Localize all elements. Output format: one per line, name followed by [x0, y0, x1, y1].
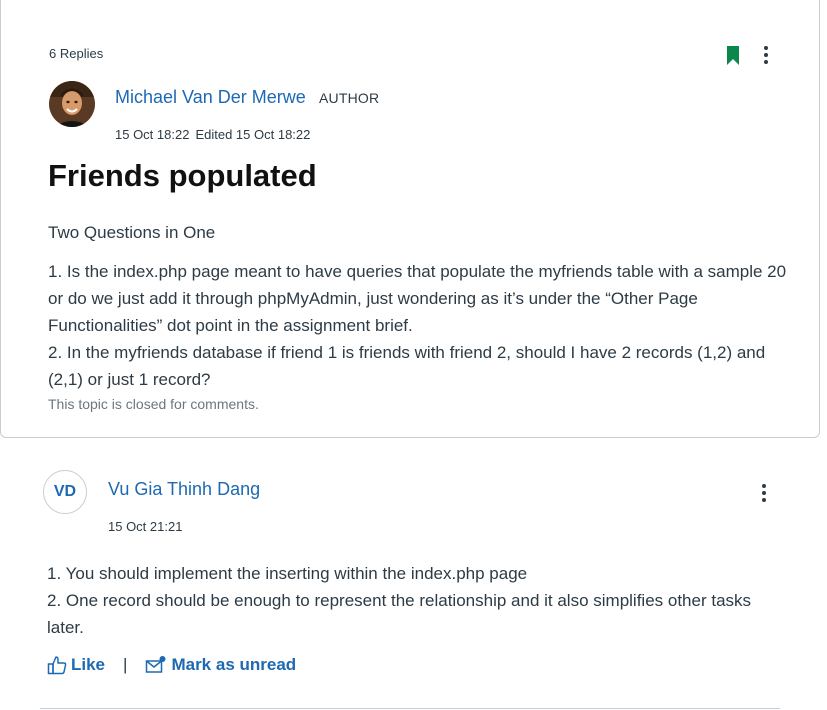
- author-role-badge: AUTHOR: [319, 90, 380, 106]
- bookmark-icon[interactable]: [726, 46, 740, 65]
- action-separator: |: [123, 655, 128, 674]
- mark-unread-label: Mark as unread: [171, 655, 297, 674]
- reply-avatar[interactable]: VD: [43, 470, 87, 514]
- reply-author-link[interactable]: Vu Gia Thinh Dang: [108, 479, 260, 500]
- page-title: Friends populated: [48, 158, 317, 193]
- reply-date: 15 Oct 21:21: [108, 519, 183, 534]
- reply-actions: Like | Mark as unread: [47, 655, 296, 675]
- reply-line-2: 2. One record should be enough to repres…: [47, 591, 752, 637]
- replies-count: 6 Replies: [49, 46, 104, 61]
- author-name-link[interactable]: Michael Van Der Merwe: [115, 87, 306, 108]
- topic-subtitle: Two Questions in One: [48, 223, 216, 242]
- profile-photo-icon: [49, 81, 95, 127]
- topic-question-1: 1. Is the index.php page meant to have q…: [48, 262, 787, 335]
- topic-card: 6 Replies Michael Van Der Merwe AUTHOR 1…: [0, 0, 820, 438]
- divider: [40, 708, 780, 709]
- mark-unread-button[interactable]: Mark as unread: [145, 655, 296, 675]
- post-date: 15 Oct 18:22 Edited 15 Oct 18:22: [115, 127, 310, 142]
- closed-note: This topic is closed for comments.: [48, 396, 259, 412]
- mail-unread-icon: [146, 656, 166, 673]
- more-options-icon[interactable]: [761, 45, 771, 65]
- reply-line-1: 1. You should implement the inserting wi…: [47, 564, 528, 583]
- posted-time: 15 Oct 18:22: [115, 127, 190, 142]
- like-label: Like: [71, 655, 106, 674]
- edited-time: Edited 15 Oct 18:22: [195, 127, 311, 142]
- like-button[interactable]: Like: [47, 655, 105, 675]
- reply-more-options-icon[interactable]: [759, 483, 769, 503]
- topic-body: Two Questions in One 1. Is the index.php…: [48, 219, 788, 393]
- thumbs-up-icon: [47, 656, 67, 675]
- topic-question-2: 2. In the myfriends database if friend 1…: [48, 343, 766, 389]
- reply-body: 1. You should implement the inserting wi…: [47, 560, 787, 641]
- author-avatar[interactable]: [49, 81, 95, 127]
